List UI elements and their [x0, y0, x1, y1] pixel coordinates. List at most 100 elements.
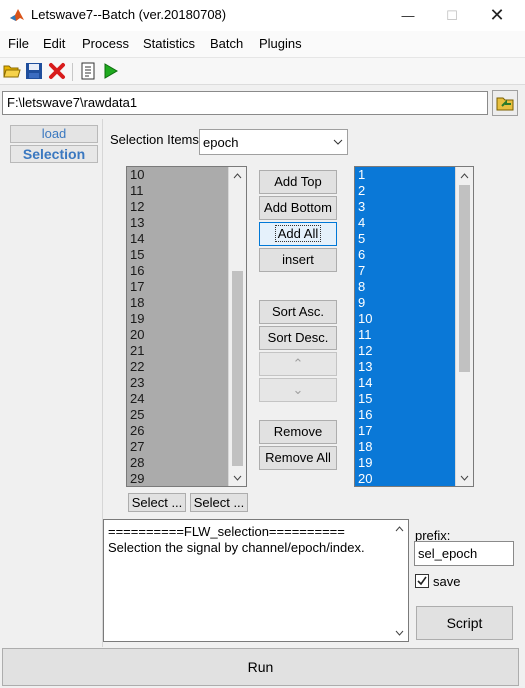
move-down-button[interactable]: ⌄ — [259, 378, 337, 402]
list-item[interactable]: 17 — [355, 423, 456, 439]
browse-folder-button[interactable] — [492, 90, 518, 116]
selected-list-scrollbar[interactable] — [455, 167, 473, 486]
info-textarea[interactable]: ==========FLW_selection========== Select… — [103, 519, 409, 642]
list-item[interactable]: 16 — [355, 407, 456, 423]
run-button[interactable]: Run — [2, 648, 519, 686]
menu-process[interactable]: Process — [82, 36, 129, 51]
menu-file[interactable]: File — [8, 36, 29, 51]
path-field[interactable]: F:\letswave7\rawdata1 — [2, 91, 488, 115]
run-play-icon[interactable] — [101, 62, 119, 80]
remove-all-button[interactable]: Remove All — [259, 446, 337, 470]
chevron-down-icon — [329, 130, 347, 154]
list-item[interactable]: 2 — [355, 183, 456, 199]
add-bottom-button[interactable]: Add Bottom — [259, 196, 337, 220]
select-button-2[interactable]: Select ... — [190, 493, 248, 512]
list-item[interactable]: 6 — [355, 247, 456, 263]
add-all-button[interactable]: Add All — [259, 222, 337, 246]
list-item[interactable]: 24 — [127, 391, 229, 407]
save-checkbox[interactable] — [415, 574, 429, 588]
matlab-logo-icon — [9, 7, 25, 23]
list-item[interactable]: 17 — [127, 279, 229, 295]
list-item[interactable]: 5 — [355, 231, 456, 247]
list-item[interactable]: 22 — [127, 359, 229, 375]
list-item[interactable]: 14 — [127, 231, 229, 247]
maximize-button[interactable]: ☐ — [429, 0, 475, 31]
list-item[interactable]: 28 — [127, 455, 229, 471]
list-item[interactable]: 12 — [355, 343, 456, 359]
menu-plugins[interactable]: Plugins — [259, 36, 302, 51]
prefix-input[interactable]: sel_epoch — [414, 541, 514, 566]
list-item[interactable]: 8 — [355, 279, 456, 295]
menu-batch[interactable]: Batch — [210, 36, 243, 51]
list-item[interactable]: 13 — [127, 215, 229, 231]
list-item[interactable]: 10 — [127, 167, 229, 183]
scroll-thumb[interactable] — [459, 185, 470, 372]
list-item[interactable]: 29 — [127, 471, 229, 486]
list-item[interactable]: 7 — [355, 263, 456, 279]
window-title: Letswave7--Batch (ver.20180708) — [31, 7, 227, 22]
script-button[interactable]: Script — [416, 606, 513, 640]
menu-edit[interactable]: Edit — [43, 36, 65, 51]
save-label: save — [433, 574, 461, 589]
list-item[interactable]: 16 — [127, 263, 229, 279]
list-item[interactable]: 13 — [355, 359, 456, 375]
scroll-up-icon[interactable] — [391, 520, 408, 537]
scroll-down-icon[interactable] — [229, 469, 246, 486]
scroll-up-icon[interactable] — [229, 167, 246, 184]
list-item[interactable]: 25 — [127, 407, 229, 423]
list-item[interactable]: 9 — [355, 295, 456, 311]
info-text: ==========FLW_selection========== Select… — [108, 524, 390, 556]
menu-statistics[interactable]: Statistics — [143, 36, 195, 51]
tab-load[interactable]: load — [10, 125, 98, 143]
list-item[interactable]: 11 — [127, 183, 229, 199]
list-item[interactable]: 20 — [355, 471, 456, 486]
insert-button[interactable]: insert — [259, 248, 337, 272]
checkmark-icon — [417, 576, 427, 586]
move-up-button[interactable]: ⌃ — [259, 352, 337, 376]
available-items-list[interactable]: 10 11 12 13 14 15 16 17 18 19 20 21 22 23 24 25 26 27 28 29 — [126, 166, 247, 487]
list-item[interactable]: 15 — [355, 391, 456, 407]
selection-items-label: Selection Items — [110, 132, 199, 147]
selected-items: 1 2 3 4 5 6 7 8 9 10 11 12 13 14 15 16 17 18 19 20 — [355, 167, 456, 486]
scroll-up-icon[interactable] — [456, 167, 473, 184]
list-item[interactable]: 21 — [127, 343, 229, 359]
available-list-scrollbar[interactable] — [228, 167, 246, 486]
list-item[interactable]: 14 — [355, 375, 456, 391]
info-scrollbar[interactable] — [391, 520, 408, 641]
tab-selection[interactable]: Selection — [10, 145, 98, 163]
list-item[interactable]: 19 — [355, 455, 456, 471]
list-item[interactable]: 15 — [127, 247, 229, 263]
list-item[interactable]: 3 — [355, 199, 456, 215]
remove-button[interactable]: Remove — [259, 420, 337, 444]
scroll-down-icon[interactable] — [391, 624, 408, 641]
browse-folder-icon — [496, 97, 514, 111]
delete-x-icon[interactable] — [48, 62, 66, 80]
list-item[interactable]: 1 — [355, 167, 456, 183]
open-folder-icon[interactable] — [3, 62, 21, 80]
script-doc-icon[interactable] — [79, 62, 97, 80]
select-button-1[interactable]: Select ... — [128, 493, 186, 512]
close-button[interactable]: ✕ — [474, 0, 520, 31]
list-item[interactable]: 10 — [355, 311, 456, 327]
selected-items-list[interactable]: 1 2 3 4 5 6 7 8 9 10 11 12 13 14 15 16 17 18 19 20 — [354, 166, 474, 487]
scroll-thumb[interactable] — [232, 271, 243, 466]
list-item[interactable]: 19 — [127, 311, 229, 327]
list-item[interactable]: 4 — [355, 215, 456, 231]
save-disk-icon[interactable] — [25, 62, 43, 80]
selection-items-dropdown[interactable]: epoch — [199, 129, 348, 155]
add-top-button[interactable]: Add Top — [259, 170, 337, 194]
list-item[interactable]: 12 — [127, 199, 229, 215]
selection-items-value: epoch — [203, 135, 239, 150]
scroll-down-icon[interactable] — [456, 469, 473, 486]
sort-asc-button[interactable]: Sort Asc. — [259, 300, 337, 324]
list-item[interactable]: 23 — [127, 375, 229, 391]
list-item[interactable]: 18 — [127, 295, 229, 311]
list-item[interactable]: 18 — [355, 439, 456, 455]
list-item[interactable]: 11 — [355, 327, 456, 343]
list-item[interactable]: 20 — [127, 327, 229, 343]
sort-desc-button[interactable]: Sort Desc. — [259, 326, 337, 350]
list-item[interactable]: 26 — [127, 423, 229, 439]
minimize-button[interactable]: — — [385, 0, 431, 31]
list-item[interactable]: 27 — [127, 439, 229, 455]
add-all-label: Add All — [274, 225, 322, 242]
